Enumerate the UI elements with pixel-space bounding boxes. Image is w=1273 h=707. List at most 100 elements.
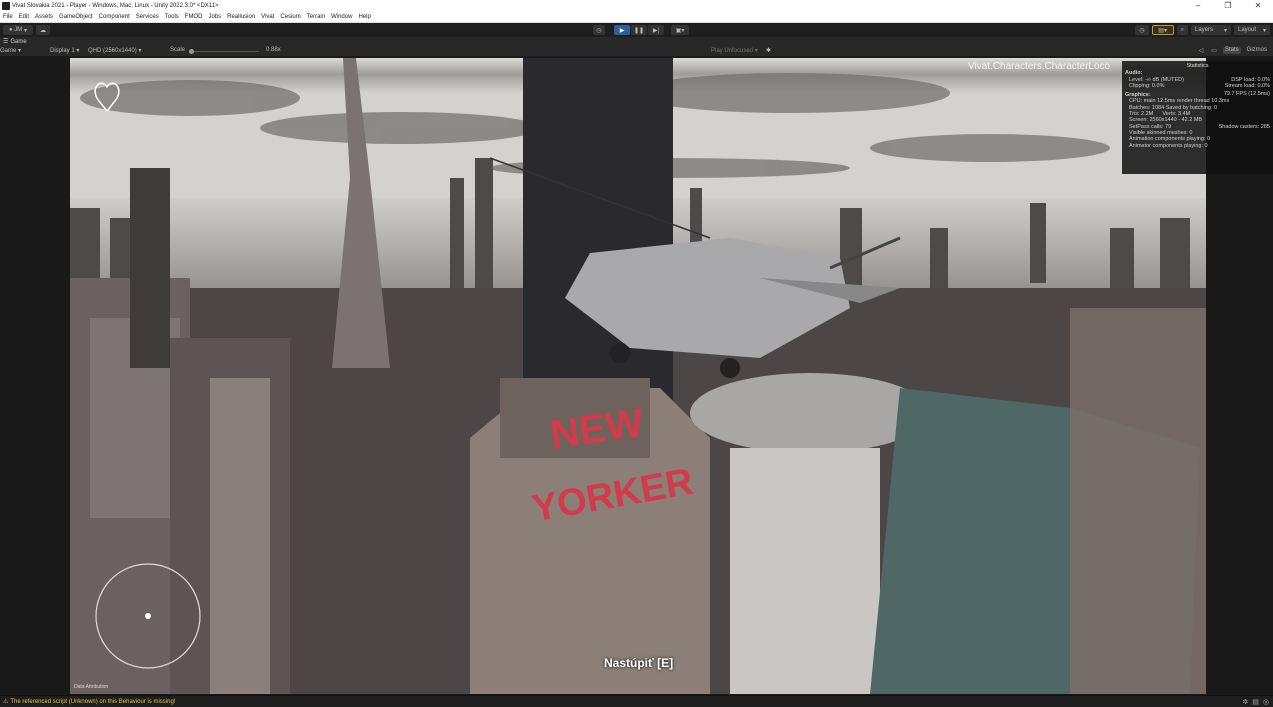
warning-icon: ⚠	[3, 699, 9, 705]
view-type-dropdown[interactable]: Game ▾	[0, 47, 21, 54]
window-title: Vivat Slovakia 2021 - Player - Windows, …	[12, 3, 219, 9]
menu-fmod[interactable]: FMOD	[185, 14, 203, 20]
menu-reallusion[interactable]: Reallusion	[227, 14, 255, 20]
stats-toggle[interactable]: Stats	[1222, 47, 1241, 54]
menu-jobs[interactable]: Jobs	[208, 14, 221, 20]
menu-services[interactable]: Services	[136, 14, 159, 20]
menu-file[interactable]: File	[3, 14, 13, 20]
cloud-button[interactable]: ☁	[36, 25, 50, 35]
new-yorker-building: NEW YORKER	[470, 378, 710, 694]
stats-shadow-casters: Shadow casters: 285	[1218, 123, 1270, 130]
menu-assets[interactable]: Assets	[35, 14, 53, 20]
unity-logo-icon	[2, 2, 10, 10]
white-tower	[730, 448, 880, 694]
stats-fps: 79.7 FPS (12.5ms)	[1223, 91, 1270, 98]
debug-icon[interactable]: ✲	[1242, 698, 1248, 706]
data-attribution-link[interactable]: Data Attribution	[74, 684, 108, 690]
tab-game[interactable]: ☰ Game	[3, 38, 27, 46]
settings-icon[interactable]: ◎	[1263, 698, 1269, 706]
search-icon: ⌕	[1180, 26, 1184, 33]
speaker-icon[interactable]: ◁	[1197, 47, 1206, 54]
collab-button[interactable]: ▤▾	[1151, 25, 1174, 35]
audio-mute-icon[interactable]: ✱	[766, 47, 771, 54]
menu-help[interactable]: Help	[358, 14, 370, 20]
play-focus-label: Play Unfocused	[711, 48, 754, 54]
game-viewport[interactable]: NEW YORKER Vivat.Characters.CharacterLoc…	[70, 58, 1206, 694]
chevron-down-icon: ▾	[1223, 27, 1227, 34]
resolution-label: QHD (2560x1440)	[88, 48, 137, 54]
menu-window[interactable]: Window	[331, 14, 352, 20]
city-scene: NEW YORKER	[70, 58, 1206, 694]
snap-settings-button[interactable]: ▣▾	[671, 25, 689, 35]
stats-stream-load: Stream load: 0.0%	[1224, 82, 1270, 89]
stats-audio-clipping: Clipping: 0.0%	[1129, 82, 1165, 89]
play-focus-dropdown[interactable]: Play Unfocused ▾	[711, 47, 758, 54]
clock-icon: ◷	[1139, 27, 1145, 34]
console-warning-text: The referenced script (Unknown) on this …	[10, 698, 176, 705]
search-button[interactable]: ⌕	[1176, 25, 1188, 35]
menu-tools[interactable]: Tools	[165, 14, 179, 20]
game-view-right-controls: ◁ ▭ Stats Gizmos	[1197, 47, 1269, 54]
stats-verts: Verts: 3.4M	[1162, 111, 1191, 118]
progress-icon[interactable]: ▤	[1252, 698, 1259, 706]
stats-graphics-row: Graphics: 79.7 FPS (12.5ms)	[1125, 91, 1270, 98]
toolbar-right: ◷ ▤▾ ⌕ Layers ▾ Layout ▾	[1135, 25, 1270, 35]
step-button[interactable]: ▶|	[648, 25, 664, 35]
collab-icon: ▤▾	[1158, 27, 1167, 34]
status-bar: ⚠ The referenced script (Unknown) on thi…	[0, 695, 1273, 707]
layout-label: Layout	[1238, 27, 1257, 33]
account-dropdown[interactable]: ● JM ▾	[3, 25, 33, 35]
account-label: JM	[14, 27, 23, 33]
tab-strip: ☰ Game	[0, 37, 1273, 46]
grid-icon: ▣▾	[675, 27, 685, 34]
step-icon: ▶|	[652, 27, 660, 34]
maximize-icon[interactable]: ❐	[1213, 0, 1243, 12]
playmode-controls: ▶ ❚❚ ▶|	[614, 25, 665, 35]
status-right-icons: ✲ ▤ ◎	[1242, 698, 1269, 706]
undo-history-button[interactable]: ◷	[593, 25, 605, 35]
menu-vivat[interactable]: Vivat	[261, 14, 274, 20]
console-warning[interactable]: ⚠ The referenced script (Unknown) on thi…	[3, 698, 176, 706]
resolution-dropdown[interactable]: QHD (2560x1440) ▾	[88, 47, 141, 54]
menu-bar: File Edit Assets GameObject Component Se…	[0, 12, 1273, 23]
gamepad-icon: ☰	[3, 39, 9, 45]
menu-edit[interactable]: Edit	[19, 14, 29, 20]
scale-slider-thumb[interactable]	[189, 49, 194, 54]
minimize-icon[interactable]: –	[1183, 0, 1213, 12]
pause-button[interactable]: ❚❚	[631, 25, 647, 35]
round-plaza	[690, 373, 930, 453]
menu-component[interactable]: Component	[99, 14, 130, 20]
chevron-down-icon: ▾	[1262, 27, 1266, 34]
stats-audio-row-2: Clipping: 0.0% Stream load: 0.0%	[1125, 83, 1270, 89]
main-toolbar: ● JM ▾ ☁ ◷ ▶ ❚❚ ▶| ▣▾ ◷ ▤▾ ⌕ Layers ▾ La…	[0, 23, 1273, 37]
game-view-controls: Game ▾ Display 1 ▾ QHD (2560x1440) ▾ Sca…	[0, 46, 1273, 57]
display-dropdown[interactable]: Display 1 ▾	[50, 47, 79, 54]
statistics-panel: Statistics Audio: Level: -∞ dB (MUTED) D…	[1122, 61, 1273, 174]
layers-label: Layers	[1195, 27, 1214, 33]
scale-slider[interactable]	[189, 49, 259, 54]
aspect-icon[interactable]: ▭	[1209, 47, 1219, 54]
play-icon: ▶	[619, 27, 625, 34]
menu-terrain[interactable]: Terrain	[307, 14, 325, 20]
stats-tris: Tris: 2.2M	[1129, 111, 1154, 118]
scale-value: 0.88x	[266, 47, 281, 53]
window-controls: – ❐ ✕	[1183, 0, 1273, 12]
menu-gameobject[interactable]: GameObject	[59, 14, 93, 20]
close-icon[interactable]: ✕	[1243, 0, 1273, 12]
tab-game-label: Game	[10, 38, 27, 45]
chevron-down-icon: ▾	[22, 27, 27, 34]
interaction-prompt: Nastúpiť [E]	[604, 656, 674, 670]
menu-cesium[interactable]: Cesium	[280, 14, 300, 20]
display-label: Display 1	[50, 48, 75, 54]
layout-dropdown[interactable]: Layout ▾	[1234, 25, 1270, 35]
view-type-label: Game	[0, 48, 17, 54]
history-icon: ◷	[596, 27, 602, 34]
character-label: Vivat.Characters.CharacterLoco	[968, 61, 1111, 72]
layers-dropdown[interactable]: Layers ▾	[1191, 25, 1231, 35]
scale-label: Scale	[170, 47, 186, 53]
stats-header: Statistics	[1186, 63, 1209, 69]
history-button[interactable]: ◷	[1135, 25, 1149, 35]
gizmos-toggle[interactable]: Gizmos	[1245, 47, 1269, 54]
play-button[interactable]: ▶	[614, 25, 630, 35]
pause-icon: ❚❚	[633, 27, 645, 34]
